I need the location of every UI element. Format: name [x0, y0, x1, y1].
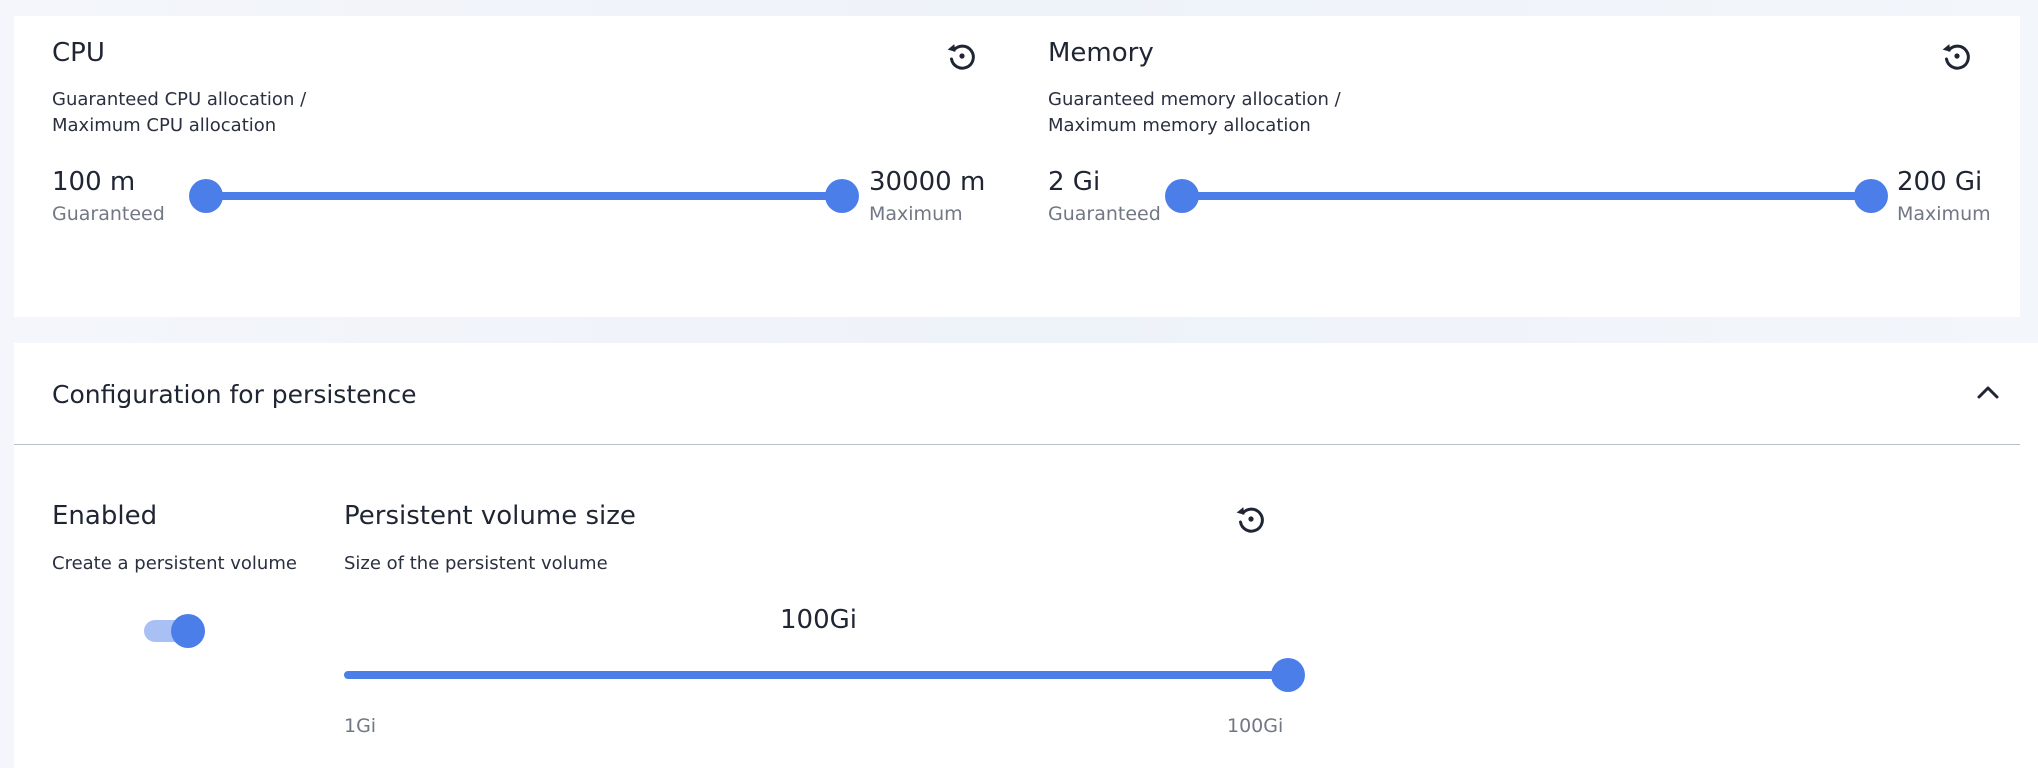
volume-size-current-value: 100Gi [780, 605, 857, 635]
cpu-title: CPU [52, 38, 105, 68]
volume-size-reset-button[interactable] [1233, 501, 1269, 537]
memory-min-thumb[interactable] [1165, 179, 1199, 213]
cpu-max-thumb[interactable] [825, 179, 859, 213]
memory-maximum-value: 200 Gi [1897, 167, 1983, 197]
persistence-section-header[interactable]: Configuration for persistence [14, 343, 2020, 445]
volume-size-max-label: 100Gi [1227, 715, 1284, 737]
volume-size-track [344, 671, 1288, 679]
memory-max-thumb[interactable] [1854, 179, 1888, 213]
enabled-toggle[interactable] [144, 614, 205, 648]
enabled-toggle-thumb [171, 614, 205, 648]
cpu-reset-button[interactable] [944, 38, 980, 74]
cpu-range-track [206, 192, 856, 200]
memory-title: Memory [1048, 38, 1154, 68]
persistence-section-title: Configuration for persistence [52, 380, 417, 409]
memory-range-track [1182, 192, 1872, 200]
enabled-title: Enabled [52, 501, 158, 531]
cpu-maximum-label: Maximum [869, 203, 963, 225]
reset-icon [947, 44, 975, 70]
memory-guaranteed-label: Guaranteed [1048, 203, 1161, 225]
cpu-guaranteed-value: 100 m [52, 167, 136, 197]
reset-icon [1942, 44, 1970, 70]
resources-panel: CPU Guaranteed CPU allocation / Maximum … [14, 16, 2020, 317]
memory-reset-button[interactable] [1939, 38, 1975, 74]
volume-size-min-label: 1Gi [344, 715, 377, 737]
volume-size-thumb[interactable] [1271, 658, 1305, 692]
volume-size-title: Persistent volume size [344, 501, 636, 531]
cpu-description: Guaranteed CPU allocation / Maximum CPU … [52, 89, 307, 136]
chevron-up-icon [1977, 386, 1999, 399]
reset-icon [1236, 507, 1264, 533]
enabled-description: Create a persistent volume [52, 553, 297, 574]
cpu-guaranteed-label: Guaranteed [52, 203, 165, 225]
cpu-min-thumb[interactable] [189, 179, 223, 213]
cpu-maximum-value: 30000 m [869, 167, 986, 197]
memory-maximum-label: Maximum [1897, 203, 1991, 225]
persistence-panel: Configuration for persistence Enabled Cr… [14, 343, 2038, 768]
memory-description: Guaranteed memory allocation / Maximum m… [1048, 89, 1341, 136]
volume-size-description: Size of the persistent volume [344, 553, 608, 574]
collapse-button[interactable] [1974, 378, 2002, 406]
memory-guaranteed-value: 2 Gi [1048, 167, 1101, 197]
